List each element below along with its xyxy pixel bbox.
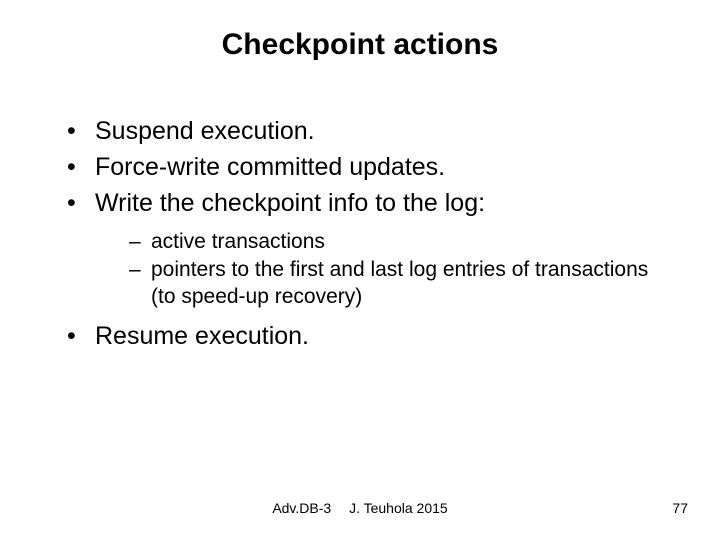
bullet-item: Resume execution. <box>65 320 655 354</box>
bullet-list: Suspend execution. Force-write committed… <box>65 115 655 354</box>
footer-page-number: 77 <box>672 500 688 516</box>
slide: Checkpoint actions Suspend execution. Fo… <box>0 0 720 540</box>
footer-course: Adv.DB-3 <box>272 500 331 516</box>
bullet-item: Write the checkpoint info to the log: ac… <box>65 187 655 311</box>
footer-author: J. Teuhola 2015 <box>349 500 448 516</box>
footer-center: Adv.DB-3 J. Teuhola 2015 <box>0 500 720 516</box>
sub-bullet-item: active transactions <box>129 228 655 255</box>
bullet-item: Suspend execution. <box>65 115 655 149</box>
bullet-item: Force-write committed updates. <box>65 151 655 185</box>
sub-bullet-item: pointers to the first and last log entri… <box>129 256 655 311</box>
bullet-text: Write the checkpoint info to the log: <box>95 189 485 217</box>
sub-bullet-list: active transactions pointers to the firs… <box>95 228 655 310</box>
slide-title: Checkpoint actions <box>0 28 720 62</box>
slide-content: Suspend execution. Force-write committed… <box>65 115 655 356</box>
